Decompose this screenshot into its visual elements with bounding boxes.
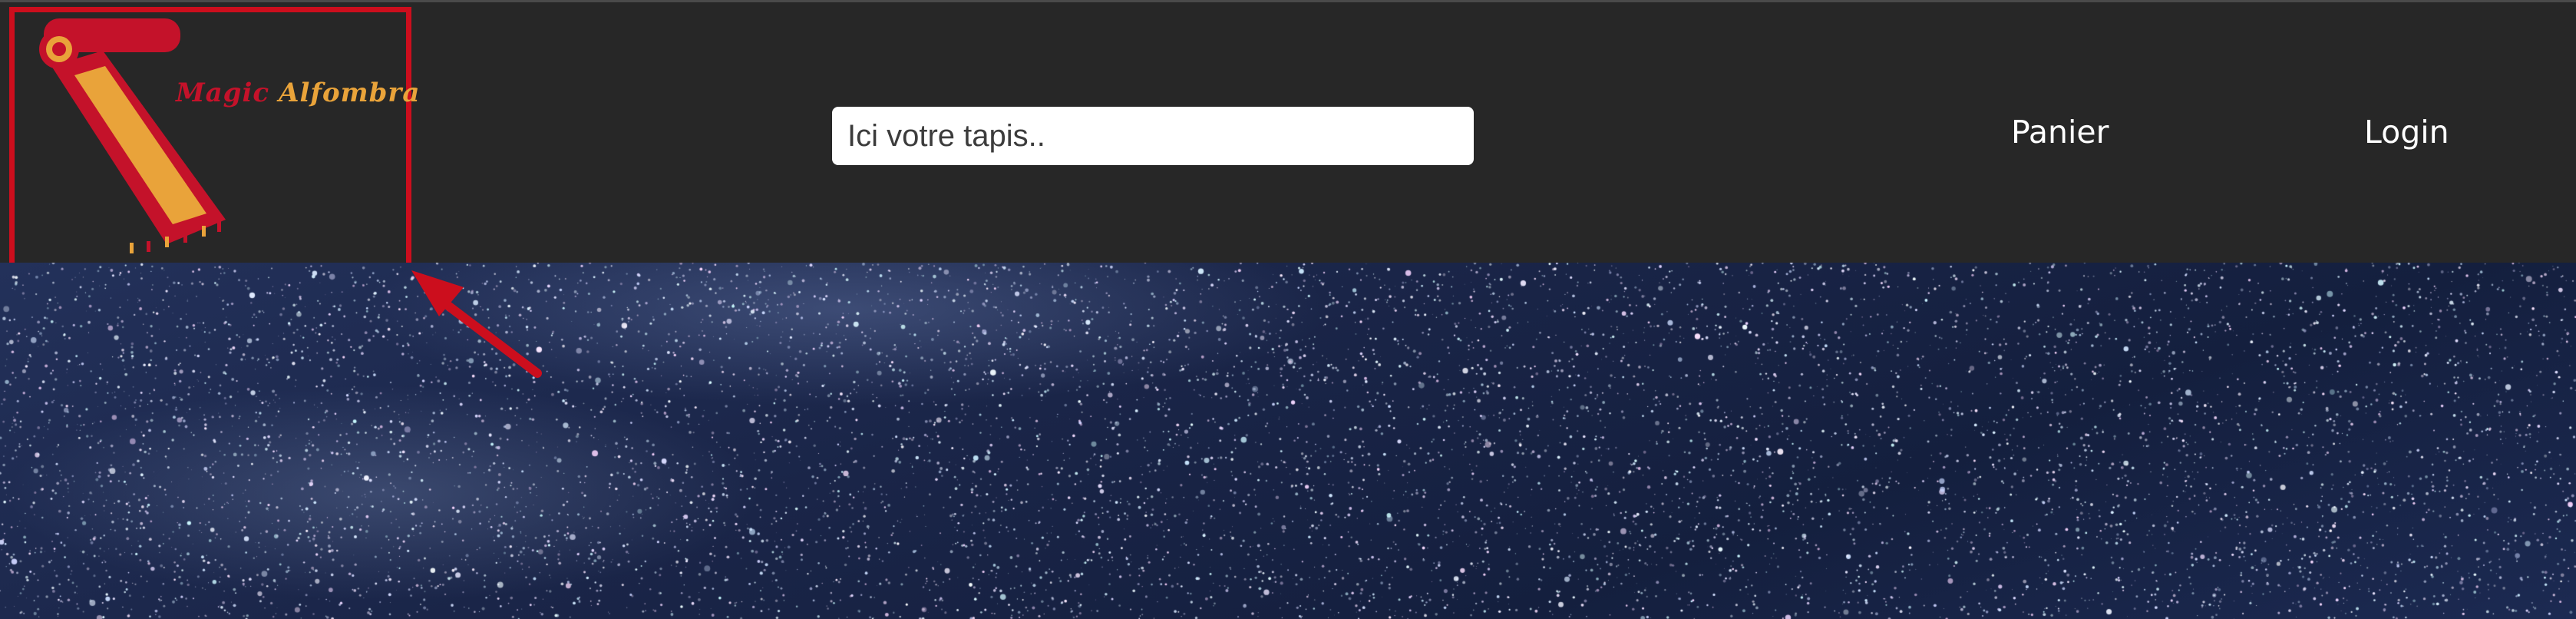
logo-word-magic: Magic [176, 78, 270, 108]
star-field [0, 263, 2576, 619]
nav-link-cart[interactable]: Panier [2011, 114, 2109, 151]
search-input[interactable] [832, 107, 1474, 165]
logo-highlight-box[interactable]: Magic Alfombra [9, 7, 419, 270]
logo-wordmark: Magic Alfombra [176, 78, 420, 108]
magic-carpet-logo-icon [39, 18, 226, 253]
logo-word-alfombra: Alfombra [279, 78, 421, 108]
top-navbar: Magic Alfombra Panier Login [0, 0, 2576, 270]
nav-link-login[interactable]: Login [2364, 114, 2449, 151]
hero-starry-background [0, 263, 2576, 619]
